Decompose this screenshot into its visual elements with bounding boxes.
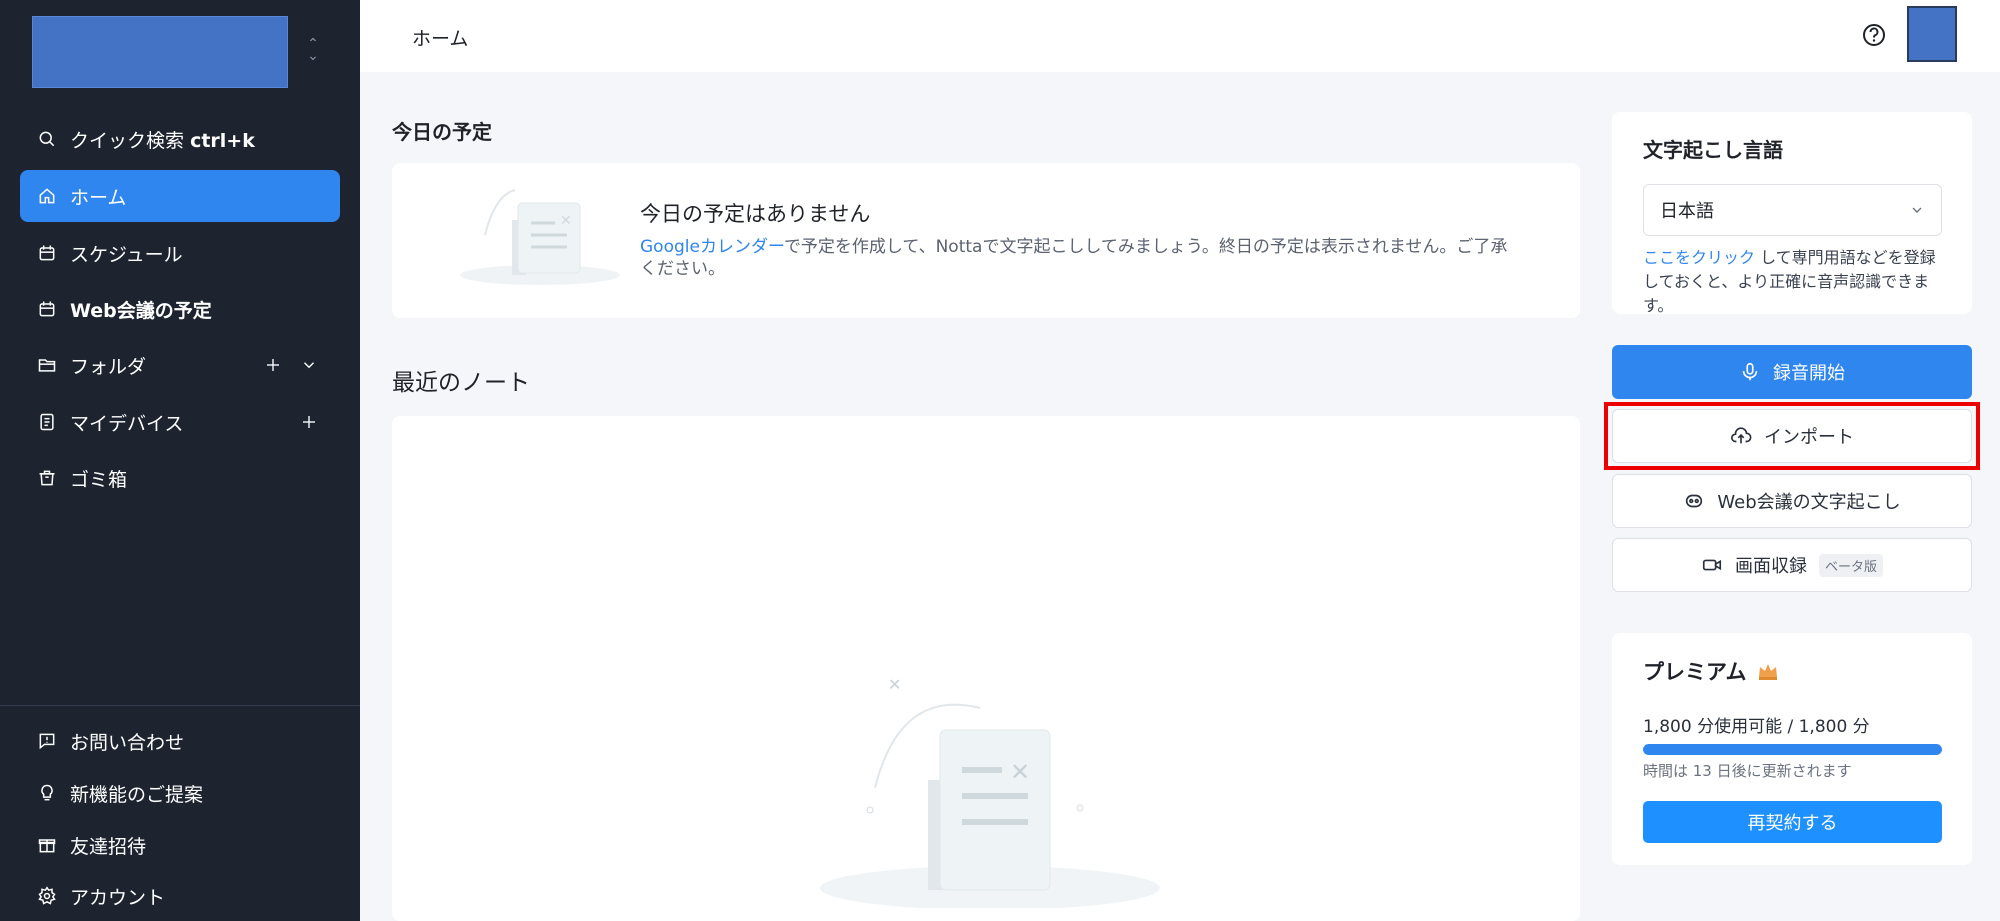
empty-schedule-desc: Googleカレンダーで予定を作成して、Nottaで文字起こししてみましょう。終… bbox=[640, 237, 1508, 279]
highlight-box bbox=[1604, 402, 1980, 470]
sidebar-item-label: マイデバイス bbox=[70, 412, 184, 435]
svg-text:✕: ✕ bbox=[1010, 758, 1030, 786]
web-meeting-transcribe-button[interactable]: Web会議の文字起こし bbox=[1612, 474, 1972, 528]
meeting-bot-icon bbox=[1686, 494, 1703, 508]
workspace-switch-icon[interactable]: ⌃ ⌄ bbox=[302, 37, 324, 63]
device-actions bbox=[300, 413, 318, 431]
sidebar: ⌃ ⌄ クイック検索 ctrl+k ホーム スケジュール Web会議の予定 フォル… bbox=[0, 0, 360, 921]
svg-text:✕: ✕ bbox=[560, 213, 572, 229]
empty-schedule-illustration: ✕ bbox=[460, 189, 620, 285]
crown-icon bbox=[1758, 664, 1777, 680]
sidebar-item-label: お問い合わせ bbox=[70, 731, 185, 754]
trash-icon bbox=[36, 467, 58, 489]
record-label: 録音開始 bbox=[1773, 363, 1845, 384]
language-selected: 日本語 bbox=[1660, 201, 1714, 222]
record-button[interactable]: 録音開始 bbox=[1612, 345, 1972, 399]
sidebar-item-suggest[interactable]: 新機能のご提案 bbox=[20, 767, 340, 819]
chevron-down-icon bbox=[1912, 207, 1922, 213]
renew-button[interactable]: 再契約する bbox=[1643, 801, 1942, 843]
register-terms-link[interactable]: ここをクリック bbox=[1643, 248, 1755, 267]
chevron-down-icon[interactable] bbox=[300, 356, 318, 374]
quick-search-label: クイック検索 ctrl+k bbox=[70, 129, 255, 152]
sidebar-item-label: 新機能のご提案 bbox=[70, 783, 204, 806]
today-title: 今日の予定 bbox=[392, 120, 492, 144]
sidebar-item-invite[interactable]: 友達招待 bbox=[20, 819, 340, 871]
sidebar-item-account[interactable]: アカウント bbox=[20, 870, 340, 921]
sidebar-item-label: ゴミ箱 bbox=[70, 468, 128, 491]
premium-title: プレミアム bbox=[1643, 656, 1779, 686]
sidebar-item-label: 友達招待 bbox=[70, 835, 147, 858]
screen-record-button[interactable]: 画面収録 ベータ版 bbox=[1612, 538, 1972, 592]
sidebar-item-label: Web会議の予定 bbox=[70, 299, 212, 322]
calendar-icon bbox=[36, 242, 58, 264]
calendar-icon bbox=[36, 298, 58, 320]
sidebar-item-trash[interactable]: ゴミ箱 bbox=[20, 452, 340, 504]
sidebar-item-home[interactable]: ホーム bbox=[20, 170, 340, 222]
device-icon bbox=[36, 411, 58, 433]
web-meeting-label: Web会議の文字起こし bbox=[1717, 492, 1901, 513]
usage-progress bbox=[1643, 744, 1942, 755]
screen-record-label: 画面収録 bbox=[1734, 556, 1807, 577]
lightbulb-icon bbox=[36, 782, 58, 804]
microphone-icon bbox=[1742, 362, 1758, 381]
folder-actions bbox=[264, 356, 318, 374]
sidebar-divider bbox=[0, 705, 360, 706]
folder-icon bbox=[36, 354, 58, 376]
home-icon bbox=[36, 185, 58, 207]
beta-badge: ベータ版 bbox=[1818, 553, 1883, 577]
sidebar-item-label: ホーム bbox=[70, 186, 127, 209]
sidebar-item-label: フォルダ bbox=[70, 355, 147, 378]
empty-notes-illustration: ✕ ✕ bbox=[820, 675, 1160, 908]
search-icon bbox=[36, 128, 58, 150]
recent-notes-title: 最近のノート bbox=[392, 370, 530, 396]
plus-icon[interactable] bbox=[300, 413, 318, 431]
avatar[interactable] bbox=[1907, 6, 1957, 62]
usage-progress-fill bbox=[1643, 744, 1942, 755]
topbar: ホーム bbox=[360, 0, 2000, 72]
language-select[interactable]: 日本語 bbox=[1643, 184, 1942, 236]
sidebar-item-contact[interactable]: お問い合わせ bbox=[20, 715, 340, 767]
language-hint: ここをクリック して専門用語などを登録しておくと、より正確に音声認識できます。 bbox=[1643, 248, 1936, 315]
empty-schedule-title: 今日の予定はありません bbox=[640, 202, 871, 226]
language-title: 文字起こし言語 bbox=[1643, 138, 1783, 162]
quick-search[interactable]: クイック検索 ctrl+k bbox=[20, 113, 340, 165]
sidebar-item-label: アカウント bbox=[70, 886, 166, 909]
help-icon[interactable] bbox=[1860, 21, 1888, 49]
google-calendar-link[interactable]: Googleカレンダー bbox=[640, 237, 784, 257]
plus-icon[interactable] bbox=[264, 356, 282, 374]
video-camera-icon bbox=[1702, 559, 1722, 571]
renew-text: 時間は 13 日後に更新されます bbox=[1643, 762, 1852, 780]
sidebar-item-my-device[interactable]: マイデバイス bbox=[20, 396, 340, 448]
feedback-icon bbox=[36, 730, 58, 752]
svg-text:✕: ✕ bbox=[888, 675, 901, 694]
sidebar-item-label: スケジュール bbox=[70, 243, 183, 266]
sidebar-item-web-meeting[interactable]: Web会議の予定 bbox=[20, 283, 340, 335]
gear-icon bbox=[36, 885, 58, 907]
usage-text: 1,800 分使用可能 / 1,800 分 bbox=[1643, 717, 1870, 737]
gift-icon bbox=[36, 834, 58, 856]
breadcrumb: ホーム bbox=[412, 28, 469, 50]
sidebar-item-folder[interactable]: フォルダ bbox=[20, 339, 340, 391]
workspace-logo[interactable] bbox=[32, 16, 288, 88]
sidebar-item-schedule[interactable]: スケジュール bbox=[20, 227, 340, 279]
